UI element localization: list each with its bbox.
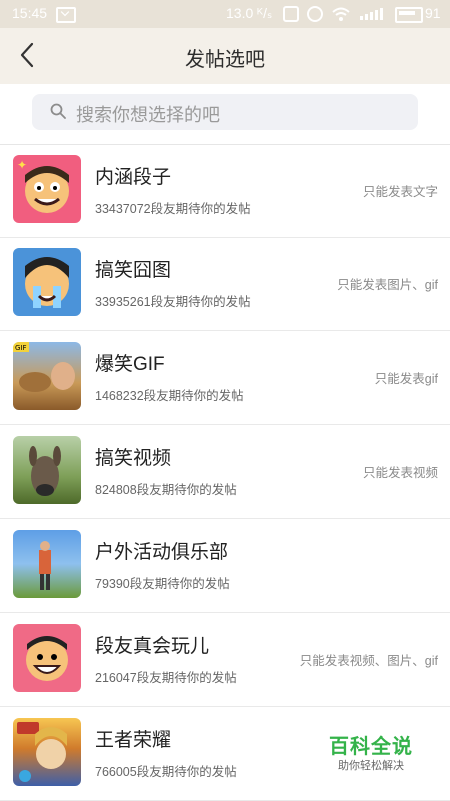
list-item[interactable]: ✦ 内涵段子 33437072段友期待你的发帖 只能发表文字 [0, 144, 450, 238]
search-area: 搜索你想选择的吧 [0, 84, 450, 145]
item-name: 内涵段子 [95, 167, 172, 188]
status-icons [283, 6, 351, 22]
item-name: 爆笑GIF [95, 354, 165, 375]
svg-text:GIF: GIF [15, 344, 27, 352]
item-note: 只能发表视频 [362, 466, 438, 480]
status-time: 15:45 [12, 5, 48, 21]
search-placeholder: 搜索你想选择的吧 [76, 105, 220, 125]
camel-photo-icon: GIF [13, 342, 81, 410]
game-character-icon [13, 718, 81, 786]
item-name: 段友真会玩儿 [95, 636, 210, 657]
item-name: 搞笑囧图 [95, 260, 172, 281]
list-item[interactable]: 户外活动俱乐部 79390段友期待你的发帖 [0, 519, 450, 613]
clock-icon [307, 6, 323, 22]
svg-text:✦: ✦ [17, 158, 27, 172]
list-item[interactable]: GIF 爆笑GIF 1468232段友期待你的发帖 只能发表gif [0, 331, 450, 425]
watermark-title: 百科全说 [329, 736, 413, 758]
item-subtitle: 216047段友期待你的发帖 [95, 671, 237, 685]
funny-face-icon: ✦ [13, 155, 81, 223]
item-note: 只能发表gif [374, 372, 438, 386]
donkey-photo-icon [13, 436, 81, 504]
item-subtitle: 1468232段友期待你的发帖 [95, 389, 244, 403]
app-header: 发帖选吧 [0, 28, 450, 84]
item-subtitle: 33437072段友期待你的发帖 [95, 202, 251, 216]
item-subtitle: 766005段友期待你的发帖 [95, 765, 237, 779]
mail-icon [56, 7, 76, 23]
item-name: 户外活动俱乐部 [95, 542, 229, 563]
watermark-subtitle: 助你轻松解决 [338, 760, 404, 772]
vibrate-icon [283, 6, 299, 22]
battery-icon [395, 7, 423, 23]
page-title: 发帖选吧 [185, 49, 265, 71]
battery-level: 91 [425, 5, 441, 21]
item-subtitle: 79390段友期待你的发帖 [95, 577, 230, 591]
item-name: 王者荣耀 [95, 730, 172, 751]
wifi-icon [332, 7, 350, 21]
list-item[interactable]: 段友真会玩儿 216047段友期待你的发帖 只能发表视频、图片、gif [0, 613, 450, 707]
item-note: 只能发表图片、gif [337, 278, 438, 292]
signal-icon [360, 8, 383, 20]
list-item[interactable]: 搞笑视频 824808段友期待你的发帖 只能发表视频 [0, 425, 450, 519]
hiker-photo-icon [13, 530, 81, 598]
smiling-face-icon [13, 624, 81, 692]
network-speed: 13.0 ᴷ/ₛ [226, 5, 273, 21]
status-bar: 15:45 13.0 ᴷ/ₛ 91 [0, 0, 450, 28]
watermark-logo: 百科全说 助你轻松解决 [326, 730, 416, 776]
item-subtitle: 33935261段友期待你的发帖 [95, 295, 251, 309]
crying-face-icon [13, 248, 81, 316]
item-note: 只能发表文字 [362, 185, 438, 199]
item-note: 只能发表视频、图片、gif [299, 654, 438, 668]
list-item[interactable]: 搞笑囧图 33935261段友期待你的发帖 只能发表图片、gif [0, 237, 450, 331]
item-name: 搞笑视频 [95, 448, 172, 469]
search-icon [50, 103, 66, 119]
item-subtitle: 824808段友期待你的发帖 [95, 483, 237, 497]
search-input[interactable]: 搜索你想选择的吧 [32, 94, 418, 130]
